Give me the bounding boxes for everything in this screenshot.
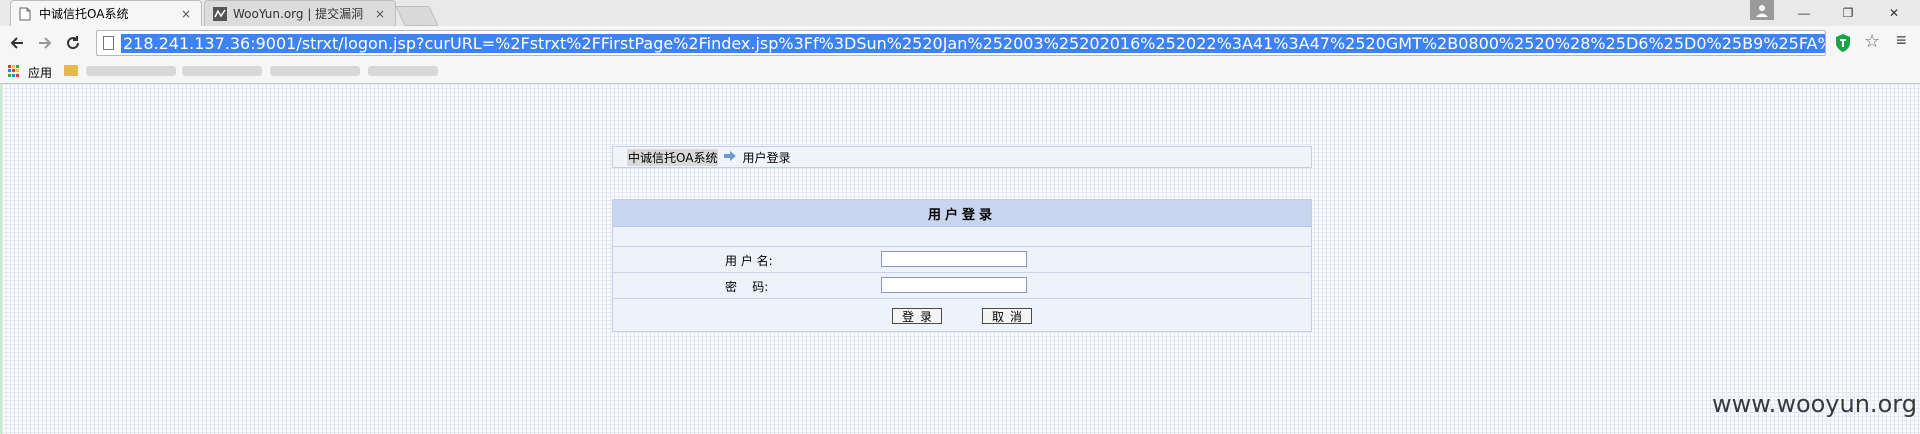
page-icon: [19, 7, 33, 21]
username-label: 用 户 名:: [725, 254, 773, 268]
close-window-button[interactable]: ✕: [1874, 0, 1914, 26]
breadcrumb-system: 中诚信托OA系统: [627, 148, 719, 166]
breadcrumb-current: 用户登录: [742, 150, 791, 165]
arrow-right-icon: [724, 150, 737, 164]
tab-title: 中诚信托OA系统: [39, 7, 129, 21]
browser-toolbar: 218.241.137.36:9001/strxt/logon.jsp?curU…: [0, 26, 1920, 61]
blurred-bookmark: [368, 66, 438, 76]
page-content: 中诚信托OA系统 用户登录 用户登录 用 户 名: 密 码: 登录 取消: [0, 84, 1920, 434]
cancel-button[interactable]: 取消: [982, 308, 1032, 324]
bookmark-star-icon[interactable]: ☆: [1864, 31, 1880, 52]
close-tab-icon[interactable]: ×: [179, 7, 193, 21]
url-text[interactable]: 218.241.137.36:9001/strxt/logon.jsp?curU…: [121, 34, 1825, 53]
bookmarks-bar: 应用: [0, 60, 1920, 84]
profile-avatar-icon[interactable]: [1750, 0, 1774, 20]
menu-icon[interactable]: ≡: [1896, 30, 1907, 51]
password-label: 密 码:: [725, 280, 769, 294]
login-panel: 用户登录 用 户 名: 密 码: 登录 取消: [612, 199, 1312, 332]
folder-icon[interactable]: [64, 65, 78, 76]
address-bar[interactable]: 218.241.137.36:9001/strxt/logon.jsp?curU…: [96, 30, 1826, 56]
restore-button[interactable]: ❐: [1828, 0, 1868, 26]
reload-icon[interactable]: [62, 32, 84, 54]
tab-title: WooYun.org | 提交漏洞: [233, 7, 364, 21]
username-row: 用 户 名:: [613, 246, 1311, 272]
password-row: 密 码:: [613, 272, 1311, 298]
apps-label[interactable]: 应用: [28, 64, 52, 81]
forward-arrow-icon[interactable]: [34, 32, 56, 54]
blurred-bookmark: [270, 66, 360, 76]
apps-icon[interactable]: [8, 65, 20, 77]
tab-wooyun[interactable]: WooYun.org | 提交漏洞 ×: [204, 0, 396, 26]
back-arrow-icon[interactable]: [6, 32, 28, 54]
minimize-button[interactable]: —: [1784, 0, 1824, 26]
tab-strip: 中诚信托OA系统 × WooYun.org | 提交漏洞 × — ❐ ✕: [0, 0, 1920, 26]
login-header: 用户登录: [613, 200, 1311, 227]
password-input[interactable]: [881, 277, 1027, 293]
close-tab-icon[interactable]: ×: [373, 7, 387, 21]
watermark: www.wooyun.org: [1712, 390, 1917, 418]
shield-extension-icon[interactable]: [1834, 33, 1852, 53]
login-button[interactable]: 登录: [892, 308, 942, 324]
button-row: 登录 取消: [613, 298, 1311, 333]
page-icon: [103, 36, 114, 50]
tab-oa-system[interactable]: 中诚信托OA系统 ×: [10, 0, 202, 26]
username-input[interactable]: [881, 251, 1027, 267]
blurred-bookmark: [86, 66, 176, 76]
breadcrumb: 中诚信托OA系统 用户登录: [612, 146, 1312, 168]
wooyun-favicon-icon: [213, 6, 227, 21]
blurred-bookmark: [182, 66, 262, 76]
new-tab-button[interactable]: [395, 6, 439, 26]
